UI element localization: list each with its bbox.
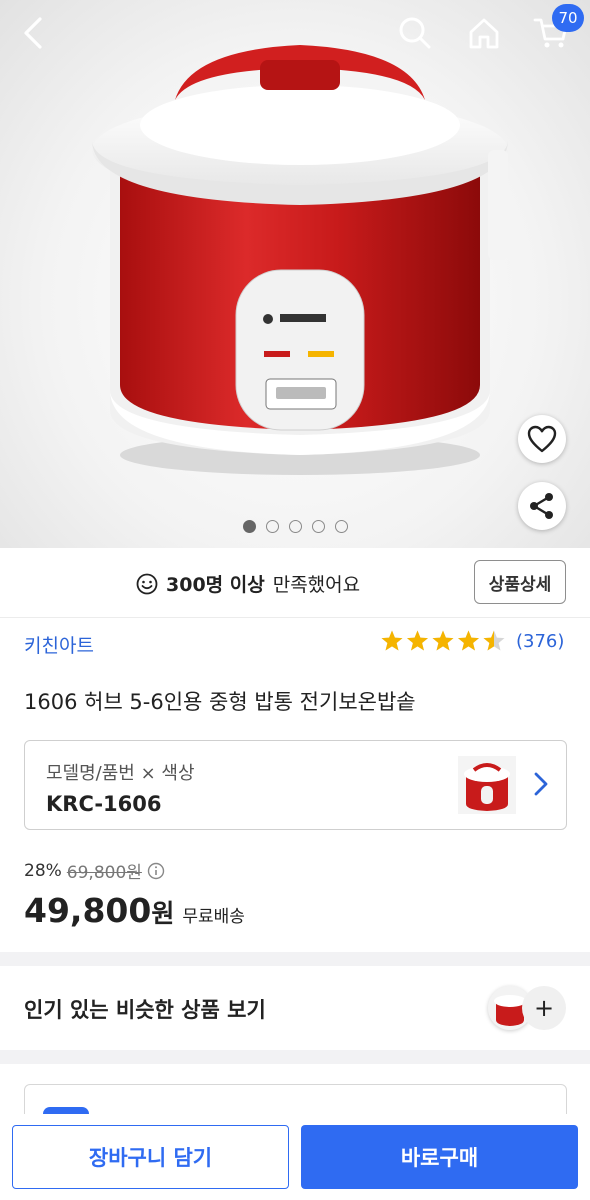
gallery-dot[interactable] [334,520,348,533]
cart-count-badge: 70 [552,4,584,32]
like-button[interactable] [518,415,566,463]
bottom-action-bar: 장바구니 담기 바로구매 [0,1114,590,1200]
gallery-pagination [0,520,590,533]
add-to-cart-button[interactable]: 장바구니 담기 [12,1125,289,1189]
product-detail-button[interactable]: 상품상세 [474,560,566,604]
star-icon [483,630,505,651]
star-icon [407,630,428,651]
product-gallery[interactable]: 70 [0,0,590,548]
share-icon [530,493,553,519]
star-icon [432,630,454,651]
section-divider [0,952,590,966]
original-price: 69,800원 [66,863,142,883]
brand-link[interactable]: 키친아트 [24,631,94,658]
search-button[interactable] [392,10,438,56]
buy-now-button[interactable]: 바로구매 [301,1125,578,1189]
discount-rate: 28% [24,860,62,881]
home-button[interactable] [461,10,507,56]
option-thumbnail [458,756,516,814]
satisfaction-count: 300명 이상 [166,574,265,596]
satisfaction-label: 만족했어요 [272,574,361,596]
similar-products-title: 인기 있는 비슷한 상품 보기 [24,998,266,1022]
home-icon [469,18,499,49]
satisfaction-row: 300명 이상 만족했어요 상품상세 [0,548,590,618]
gallery-dot[interactable] [265,520,279,533]
gallery-dot[interactable] [288,520,302,533]
section-divider [0,1050,590,1064]
product-title: 1606 허브 5-6인용 중형 밥통 전기보온밥솥 [24,690,416,714]
final-price-unit: 원 [151,899,175,928]
heart-icon [527,425,557,453]
shipping-info: 무료배송 [182,907,245,927]
top-navigation-bar: 70 [0,0,590,66]
product-image [92,45,508,475]
gallery-dot[interactable] [311,520,325,533]
chevron-left-icon [24,17,42,49]
info-icon[interactable] [147,862,165,880]
option-selector[interactable]: 모델명/품번 × 색상 KRC-1606 [24,740,567,830]
smile-icon [136,573,158,594]
review-count: (376) [516,630,565,652]
back-button[interactable] [10,10,56,56]
price-block: 28% 69,800원 49,800 원 무료배송 [24,858,245,931]
rating-summary[interactable]: (376) [380,629,564,653]
satisfaction-text: 300명 이상 만족했어요 [136,570,360,597]
star-icon [458,630,479,651]
star-rating [381,630,505,651]
final-price: 49,800 [24,891,152,930]
option-label: 모델명/품번 × 색상 [46,763,195,784]
similar-products-row[interactable]: 인기 있는 비슷한 상품 보기 + [0,966,590,1050]
option-value: KRC-1606 [46,792,162,816]
gallery-dot[interactable] [242,520,256,533]
chevron-right-icon [534,772,548,796]
star-icon [381,630,403,651]
search-icon [399,17,431,49]
expand-similar-button[interactable]: + [522,986,566,1030]
